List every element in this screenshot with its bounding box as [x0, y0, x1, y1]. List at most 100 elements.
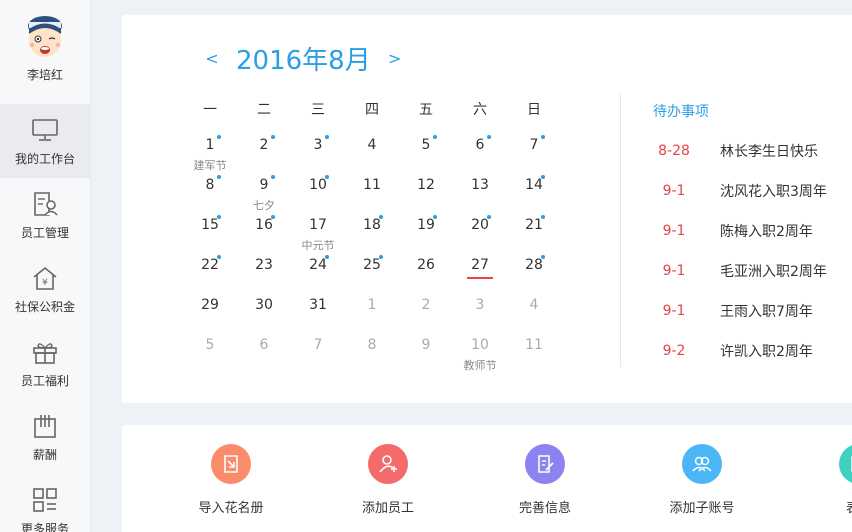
todo-item[interactable]: 9-1 毛亚洲入职2周年 [653, 251, 852, 291]
sidebar-item-label: 员工管理 [20, 225, 69, 240]
calendar-day[interactable]: 1 [345, 291, 399, 331]
calendar-day[interactable]: 5 [183, 331, 237, 371]
complete-info-button[interactable]: 完善信息 [485, 425, 605, 525]
day-number: 9 [421, 337, 431, 353]
sidebar-item-more-services[interactable]: 更多服务 [0, 474, 90, 532]
todo-text: 许凯入职2周年 [720, 344, 813, 360]
sidebar-item-label: 薪酬 [32, 447, 57, 462]
todo-item[interactable]: 9-1 王雨入职7周年 [653, 291, 852, 331]
calendar-day[interactable]: 2 [237, 131, 291, 171]
todo-item[interactable]: 9-2 许凯入职2周年 [653, 331, 852, 371]
calendar-day[interactable]: 29 [183, 291, 237, 331]
calendar-day[interactable]: 10 教师节 [453, 331, 507, 372]
calendar-day[interactable]: 3 [291, 131, 345, 171]
sidebar-item-label: 更多服务 [20, 521, 69, 532]
calendar-day[interactable]: 21 [507, 211, 561, 251]
day-number: 2 [421, 297, 431, 313]
calendar-day[interactable]: 31 [291, 291, 345, 331]
add-user-icon [379, 455, 397, 473]
prev-month-button[interactable]: < [202, 49, 222, 68]
sub-account-icon [692, 456, 712, 472]
next-month-button[interactable]: > [385, 49, 405, 68]
calendar-day[interactable]: 28 [507, 251, 561, 291]
calendar-day[interactable]: 6 [237, 331, 291, 371]
action-circle [525, 444, 565, 484]
day-number: 15 [201, 217, 219, 233]
calendar-day[interactable]: 8 [345, 331, 399, 371]
calendar-day[interactable]: 1 建军节 [183, 131, 237, 172]
calendar-day[interactable]: 27 [453, 251, 507, 291]
calendar-day[interactable]: 19 [399, 211, 453, 251]
form-button[interactable]: 表单 [799, 425, 852, 525]
calendar-day[interactable]: 14 [507, 171, 561, 211]
add-employee-button[interactable]: 添加员工 [328, 425, 448, 525]
sidebar-item-workbench[interactable]: 我的工作台 [0, 104, 90, 178]
calendar-day[interactable]: 3 [453, 291, 507, 331]
calendar-day[interactable]: 18 [345, 211, 399, 251]
action-label: 添加子账号 [669, 501, 735, 516]
sidebar-item-payroll[interactable]: 薪酬 [0, 400, 90, 474]
sidebar-item-welfare[interactable]: 员工福利 [0, 326, 90, 400]
todo-item[interactable]: 9-1 陈梅入职2周年 [653, 211, 852, 251]
sidebar-item-label: 我的工作台 [14, 151, 75, 166]
event-dot-indicator [217, 175, 221, 179]
calendar-day[interactable]: 6 [453, 131, 507, 171]
calendar-day[interactable]: 12 [399, 171, 453, 211]
calendar-day[interactable]: 10 [291, 171, 345, 211]
calendar-day[interactable]: 30 [237, 291, 291, 331]
house-yen-icon: ¥ [30, 264, 60, 292]
quick-actions-card: 导入花名册 添加员工 完善信息 添加子账号 表单 [122, 425, 852, 532]
day-number: 11 [525, 337, 543, 353]
calendar-day[interactable]: 24 [291, 251, 345, 291]
day-number: 6 [475, 137, 485, 153]
day-number: 7 [313, 337, 323, 353]
calendar-day[interactable]: 9 七夕 [237, 171, 291, 212]
event-dot-indicator [433, 135, 437, 139]
calendar-day[interactable]: 20 [453, 211, 507, 251]
todo-date: 9-1 [662, 263, 686, 279]
month-title: 2016年8月 [236, 46, 371, 76]
action-circle [368, 444, 408, 484]
today-underline [467, 277, 493, 279]
sidebar-item-employees[interactable]: 员工管理 [0, 178, 90, 252]
employee-file-icon [30, 190, 60, 218]
todo-item[interactable]: 8-28 林长李生日快乐 [653, 131, 852, 171]
todo-item[interactable]: 9-1 沈风花入职3周年 [653, 171, 852, 211]
day-number: 1 [205, 137, 215, 153]
calendar-week-row: 5 6 7 8 9 10 教师节 11 [183, 331, 561, 372]
calendar-day[interactable]: 11 [507, 331, 561, 371]
calendar-day[interactable]: 23 [237, 251, 291, 291]
calendar-day[interactable]: 2 [399, 291, 453, 331]
calendar-day[interactable]: 22 [183, 251, 237, 291]
avatar[interactable] [23, 12, 67, 62]
calendar-day[interactable]: 17 中元节 [291, 211, 345, 252]
calendar-day[interactable]: 16 [237, 211, 291, 251]
calendar-day[interactable]: 7 [507, 131, 561, 171]
day-number: 29 [201, 297, 219, 313]
event-dot-indicator [379, 215, 383, 219]
calendar-day[interactable]: 4 [507, 291, 561, 331]
calendar-day[interactable]: 4 [345, 131, 399, 171]
import-roster-button[interactable]: 导入花名册 [171, 425, 291, 525]
day-number: 27 [471, 257, 489, 273]
todo-text: 沈风花入职3周年 [720, 184, 827, 200]
event-dot-indicator [271, 175, 275, 179]
calendar-day[interactable]: 8 [183, 171, 237, 211]
event-dot-indicator [271, 135, 275, 139]
calendar-day[interactable]: 9 [399, 331, 453, 371]
sidebar-item-label: 社保公积金 [14, 299, 75, 314]
todo-panel: 待办事项 8-28 林长李生日快乐 9-1 沈风花入职3周年 9-1 陈梅入职2… [653, 101, 852, 371]
sidebar-item-social-insurance[interactable]: ¥ 社保公积金 [0, 252, 90, 326]
calendar-day[interactable]: 7 [291, 331, 345, 371]
action-label: 添加员工 [361, 501, 414, 516]
add-sub-account-button[interactable]: 添加子账号 [642, 425, 762, 525]
festival-label: 教师节 [463, 359, 497, 372]
calendar-day[interactable]: 15 [183, 211, 237, 251]
calendar-day[interactable]: 25 [345, 251, 399, 291]
calendar-day[interactable]: 26 [399, 251, 453, 291]
user-profile[interactable]: 李培红 [0, 0, 90, 104]
calendar-day[interactable]: 11 [345, 171, 399, 211]
todo-date: 9-1 [662, 303, 686, 319]
calendar-day[interactable]: 5 [399, 131, 453, 171]
calendar-day[interactable]: 13 [453, 171, 507, 211]
